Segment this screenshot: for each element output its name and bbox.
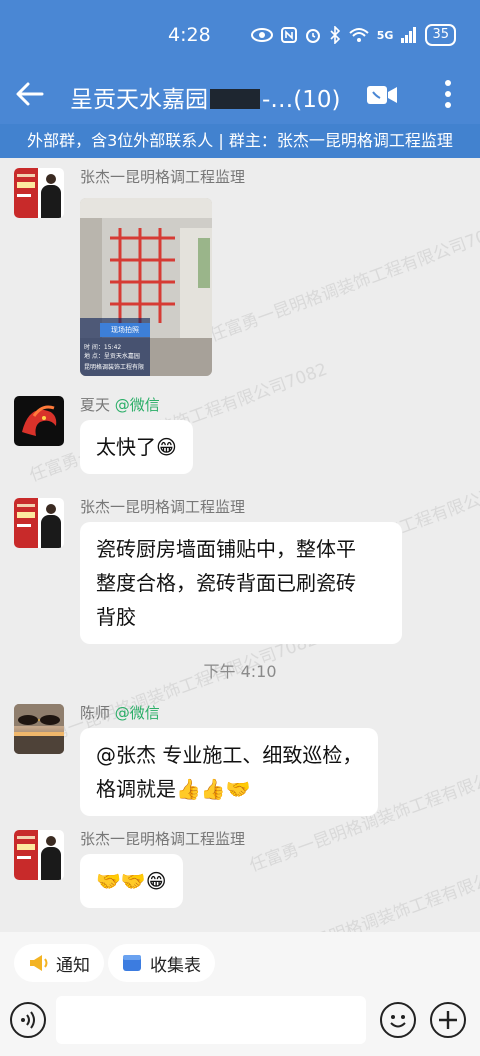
nav-bar: 呈贡天水嘉园 -…(10) — [0, 68, 480, 124]
status-time: 4:28 — [168, 24, 211, 46]
more-options-icon[interactable] — [436, 78, 460, 110]
message-input[interactable] — [56, 996, 366, 1044]
sender-name: 张杰一昆明格调工程监理 — [80, 168, 246, 186]
video-call-icon[interactable] — [366, 82, 398, 108]
chat-title[interactable]: 呈贡天水嘉园 -…(10) — [70, 80, 341, 114]
message-bubble[interactable]: 太快了😁 — [80, 420, 193, 474]
photo-overlay-title: 现场拍照 — [100, 323, 150, 337]
chat-title-count: -…(10) — [262, 87, 341, 113]
message-item: 张杰一昆明格调工程监理 现场拍照 时 间：15:42 地 点：呈贡天水嘉园 昆明… — [0, 166, 480, 386]
input-bar — [0, 994, 480, 1056]
sender-name: 夏天 @微信 — [80, 394, 160, 415]
message-line: @张杰 专业施工、细致巡检， — [96, 743, 363, 767]
message-line: 背胶 — [96, 605, 136, 629]
message-item: 张杰一昆明格调工程监理 瓷砖厨房墙面铺贴中，整体平 整度合格，瓷砖背面已刷瓷砖 … — [0, 496, 480, 644]
photo-overlay-line: 时 间：15:42 — [84, 344, 122, 351]
notice-button[interactable]: 通知 — [14, 944, 104, 982]
wechat-tag: @微信 — [114, 704, 160, 722]
more-input-button[interactable] — [430, 1002, 466, 1038]
voice-input-button[interactable] — [10, 1002, 46, 1038]
form-icon — [123, 955, 141, 971]
chat-title-text: 呈贡天水嘉园 — [70, 87, 208, 113]
message-bubble[interactable]: @张杰 专业施工、细致巡检， 格调就是👍👍🤝 — [80, 728, 379, 816]
avatar[interactable] — [14, 704, 64, 754]
redacted-block — [210, 89, 260, 109]
message-line: 瓷砖厨房墙面铺贴中，整体平 — [96, 537, 356, 561]
emoji-button[interactable] — [380, 1002, 416, 1038]
wechat-tag: @微信 — [114, 396, 160, 414]
form-button[interactable]: 收集表 — [108, 944, 215, 982]
message-item: 陈师 @微信 @张杰 专业施工、细致巡检， 格调就是👍👍🤝 — [0, 702, 480, 816]
status-icons: 5G 35 — [250, 24, 456, 46]
photo-overlay-footer: 昆明格调装饰工程有限 — [84, 364, 145, 371]
nfc-icon — [280, 27, 297, 43]
status-bar: 4:28 5G 35 — [0, 0, 480, 68]
message-bubble[interactable]: 🤝🤝😁 — [80, 854, 183, 908]
bluetooth-icon — [330, 26, 340, 44]
timestamp: 下午 4:10 — [203, 662, 277, 681]
message-item: 夏天 @微信 太快了😁 — [0, 394, 480, 474]
wifi-icon — [349, 28, 369, 42]
network-label: 5G — [376, 28, 394, 42]
avatar[interactable] — [14, 168, 64, 218]
plus-icon — [439, 1011, 457, 1029]
sender-name: 张杰一昆明格调工程监理 — [80, 830, 246, 848]
voice-icon — [21, 1011, 35, 1029]
megaphone-icon — [30, 955, 48, 971]
battery-indicator: 35 — [425, 24, 456, 46]
avatar[interactable] — [14, 830, 64, 880]
quick-actions-bar: 通知 收集表 — [0, 932, 480, 994]
notice-label: 通知 — [56, 955, 90, 976]
signal-icon — [401, 27, 417, 43]
sender-name: 张杰一昆明格调工程监理 — [80, 498, 246, 516]
back-arrow-icon[interactable] — [14, 78, 46, 110]
sender-name-text: 陈师 — [80, 704, 111, 722]
avatar[interactable] — [14, 498, 64, 548]
alarm-icon — [305, 29, 320, 43]
message-line: 格调就是👍👍🤝 — [96, 777, 251, 801]
group-info-bar[interactable]: 外部群，含3位外部联系人 | 群主：张杰一昆明格调工程监理 — [0, 124, 480, 158]
photo-overlay-line: 地 点：呈贡天水嘉园 — [84, 353, 140, 360]
emoji-icon — [390, 1015, 406, 1028]
eye-icon — [250, 28, 273, 42]
form-label: 收集表 — [150, 955, 201, 976]
chat-area[interactable]: 任富勇一昆明格调装饰工程有限公司7082 任富勇一昆明格调装饰工程有限公司708… — [0, 158, 480, 932]
message-item: 张杰一昆明格调工程监理 🤝🤝😁 — [0, 828, 480, 908]
avatar[interactable] — [14, 396, 64, 446]
header: 4:28 5G 35 呈贡天水嘉园 -…(10) 外部群，含3位外部联系人 | 群… — [0, 0, 480, 158]
message-photo[interactable]: 现场拍照 时 间：15:42 地 点：呈贡天水嘉园 昆明格调装饰工程有限 — [80, 198, 212, 376]
message-line: 整度合格，瓷砖背面已刷瓷砖 — [96, 571, 356, 595]
sender-name: 陈师 @微信 — [80, 702, 160, 723]
message-bubble[interactable]: 瓷砖厨房墙面铺贴中，整体平 整度合格，瓷砖背面已刷瓷砖 背胶 — [80, 522, 402, 644]
sender-name-text: 夏天 — [80, 396, 111, 414]
